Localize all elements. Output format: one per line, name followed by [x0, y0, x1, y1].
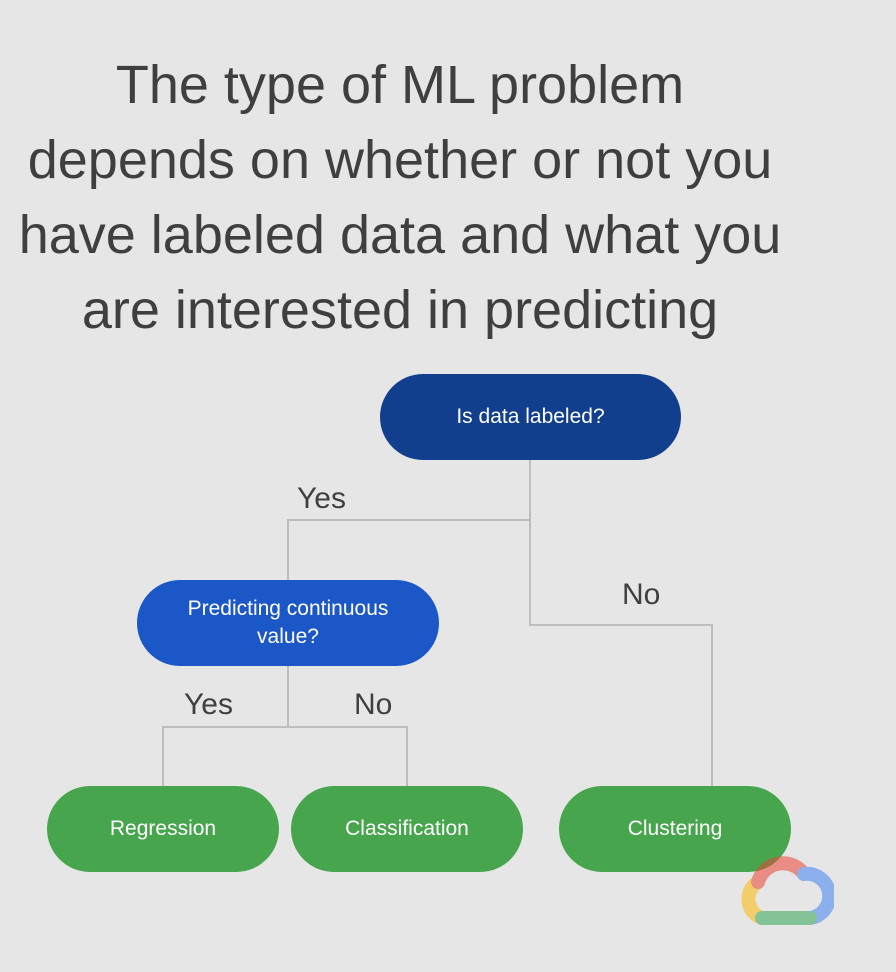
node-predicting-continuous-value-label: Predicting continuous value? — [187, 597, 389, 648]
node-is-data-labeled-label: Is data labeled? — [456, 405, 605, 428]
connector-root-no — [529, 520, 713, 786]
edge-label-root-yes: Yes — [297, 482, 346, 515]
leaf-regression: Regression — [47, 786, 279, 872]
edge-label-sub-yes: Yes — [184, 688, 233, 721]
leaf-regression-label: Regression — [109, 817, 217, 840]
connector-sub-yes — [162, 666, 289, 786]
edge-label-sub-no: No — [354, 688, 393, 721]
connector-root-yes — [287, 460, 531, 580]
connector-sub-no — [288, 726, 408, 786]
leaf-classification: Classification — [291, 786, 523, 872]
leaf-clustering-label: Clustering — [627, 817, 723, 840]
node-predicting-continuous-value: Predicting continuous value? — [137, 580, 439, 666]
node-is-data-labeled: Is data labeled? — [380, 374, 681, 460]
leaf-classification-label: Classification — [345, 817, 469, 840]
edge-label-root-no: No — [622, 578, 661, 611]
cloud-logo-icon — [741, 856, 834, 925]
